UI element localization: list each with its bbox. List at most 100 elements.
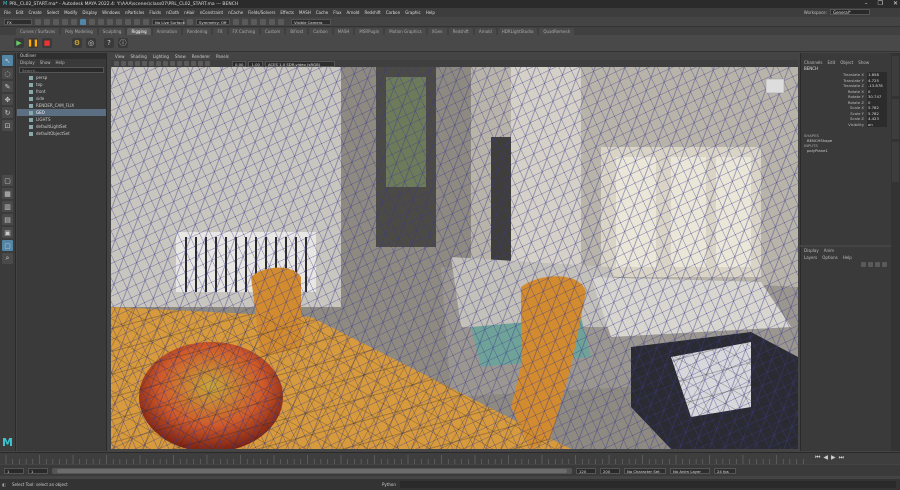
channel-box-tab[interactable] xyxy=(892,99,899,139)
bookmark-icon[interactable] xyxy=(121,61,126,66)
shelf-tab-hdrlightstudio[interactable]: HDRLightStudio xyxy=(497,28,538,35)
stop-icon[interactable]: ■ xyxy=(42,38,52,48)
move-tool-icon[interactable]: ✥ xyxy=(2,94,13,105)
shelf-tab-curves-surfaces[interactable]: Curves / Surfaces xyxy=(16,28,60,35)
outliner-menu-show[interactable]: Show xyxy=(40,60,51,65)
exposure-field[interactable]: 0.00 xyxy=(232,60,247,67)
layer-down-icon[interactable] xyxy=(868,262,873,267)
gamma-field[interactable]: 1.00 xyxy=(248,60,263,67)
snap-surface-icon[interactable] xyxy=(143,18,149,25)
outliner-item[interactable]: defaultObjectSet xyxy=(17,130,106,137)
xray-icon[interactable] xyxy=(198,61,203,66)
script-language-label[interactable]: Python xyxy=(382,482,400,487)
snap-curve-icon[interactable] xyxy=(116,18,122,25)
view-cube-icon[interactable] xyxy=(765,78,785,94)
outliner-menu-help[interactable]: Help xyxy=(56,60,65,65)
shelf-tab-rendering[interactable]: Rendering xyxy=(183,28,212,35)
rotate-tool-icon[interactable]: ↻ xyxy=(2,107,13,118)
new-layer-icon[interactable] xyxy=(875,262,880,267)
anim-layer-dropdown[interactable]: No Anim Layer xyxy=(670,467,710,474)
viewport-menu-show[interactable]: Show xyxy=(175,54,186,59)
layer-tab-display[interactable]: Display xyxy=(804,248,819,253)
layout-two-icon[interactable]: ▥ xyxy=(2,201,13,212)
hypershade-icon[interactable] xyxy=(260,18,266,25)
new-layer-selected-icon[interactable] xyxy=(882,262,887,267)
render-settings-icon[interactable] xyxy=(251,18,257,25)
shelf-tab-motion-graphics[interactable]: Motion Graphics xyxy=(385,28,426,35)
live-surface-dropdown[interactable]: No Live Surface xyxy=(152,18,185,25)
layout-single-icon[interactable]: ▢ xyxy=(2,175,13,186)
channel-menu-object[interactable]: Object xyxy=(840,60,853,65)
shelf-help-icon[interactable]: ? xyxy=(104,38,114,48)
menu-effects[interactable]: Effects xyxy=(280,10,294,15)
layer-up-icon[interactable] xyxy=(861,262,866,267)
shelf-tab-rigging[interactable]: Rigging xyxy=(127,28,151,35)
go-start-icon[interactable]: ⏮ xyxy=(815,454,820,462)
shelf-tab-redshift[interactable]: Redshift xyxy=(448,28,473,35)
shelf-tab-xgen[interactable]: XGen xyxy=(427,28,447,35)
ipr-render-icon[interactable] xyxy=(242,18,248,25)
menu-display[interactable]: Display xyxy=(82,10,97,15)
shelf-tab-carbon[interactable]: Carbon xyxy=(309,28,332,35)
viewport-menu-lighting[interactable]: Lighting xyxy=(153,54,169,59)
shadows-icon[interactable] xyxy=(191,61,196,66)
range-end-field[interactable]: 120 xyxy=(576,467,596,474)
channel-menu-channels[interactable]: Channels xyxy=(804,60,823,65)
paint-select-icon[interactable]: ✎ xyxy=(2,81,13,92)
menu-carbon[interactable]: Carbon xyxy=(386,10,400,15)
layer-menu-layers[interactable]: Layers xyxy=(804,255,817,260)
layer-menu-options[interactable]: Options xyxy=(822,255,837,260)
shelf-tab-arnold[interactable]: Arnold xyxy=(474,28,496,35)
menu-nparticles[interactable]: nParticles xyxy=(125,10,144,15)
wireframe-icon[interactable] xyxy=(156,61,161,66)
outliner-item[interactable]: front xyxy=(17,88,106,95)
scale-tool-icon[interactable]: ⊡ xyxy=(2,120,13,131)
redo-icon[interactable] xyxy=(71,18,77,25)
snap-view-icon[interactable] xyxy=(134,18,140,25)
outliner-menu-display[interactable]: Display xyxy=(20,60,35,65)
shelf-tab-fx-caching[interactable]: FX Caching xyxy=(228,28,259,35)
select-tool-icon[interactable]: ↖ xyxy=(2,55,13,66)
shelf-tab-msrpugin[interactable]: MSRPugin xyxy=(355,28,384,35)
shelf-tool-2-icon[interactable]: ◎ xyxy=(86,38,96,48)
open-scene-icon[interactable] xyxy=(44,18,50,25)
new-scene-icon[interactable] xyxy=(35,18,41,25)
input-node[interactable]: polyPlane1 xyxy=(801,148,891,153)
step-back-icon[interactable]: ◀ xyxy=(823,454,828,462)
wireframe-on-shaded-icon[interactable] xyxy=(170,61,175,66)
select-object-icon[interactable] xyxy=(89,18,95,25)
viewport-menu-renderer[interactable]: Renderer xyxy=(192,54,210,59)
resolution-gate-icon[interactable] xyxy=(149,61,154,66)
shelf-tab-quadremesh[interactable]: QuadRemesh xyxy=(539,28,575,35)
image-plane-icon[interactable] xyxy=(128,61,133,66)
play-forward-icon[interactable]: ▶ xyxy=(831,454,836,462)
channel-value[interactable]: on xyxy=(867,121,887,127)
menu-edit[interactable]: Edit xyxy=(16,10,24,15)
end-time-field[interactable]: 200 xyxy=(600,467,620,474)
menu-modify[interactable]: Modify xyxy=(64,10,77,15)
menu-flux[interactable]: Flux xyxy=(333,10,341,15)
command-input[interactable] xyxy=(400,481,896,488)
menu-cache[interactable]: Cache xyxy=(316,10,328,15)
workspace-dropdown[interactable]: General* xyxy=(830,9,870,15)
minimize-button[interactable]: – xyxy=(865,0,868,8)
outliner-search-input[interactable]: Search... xyxy=(19,67,104,73)
symmetry-icon[interactable] xyxy=(187,18,193,25)
outliner-item[interactable]: RENDER_CAM_FLIX xyxy=(17,102,106,109)
search-icon[interactable]: ⌕ xyxy=(2,253,13,264)
fps-dropdown[interactable]: 24 fps xyxy=(714,467,736,474)
smooth-shade-icon[interactable] xyxy=(163,61,168,66)
attribute-editor-tab[interactable] xyxy=(892,56,899,96)
isolate-icon[interactable] xyxy=(205,61,210,66)
menu-nconstraint[interactable]: nConstraint xyxy=(200,10,223,15)
outliner-item[interactable]: defaultLightSet xyxy=(17,123,106,130)
colorspace-dropdown[interactable]: ACES 1.0 SDR-video (sRGB) xyxy=(264,60,335,67)
outliner-item[interactable]: top xyxy=(17,81,106,88)
textured-icon[interactable] xyxy=(177,61,182,66)
layout-outliner-icon[interactable]: ▤ xyxy=(2,214,13,225)
close-button[interactable]: ✕ xyxy=(893,0,898,8)
maximize-button[interactable]: ❐ xyxy=(878,0,883,8)
shelf-tab-fx[interactable]: FX xyxy=(213,28,227,35)
outliner-item[interactable]: GEO xyxy=(17,109,106,116)
menu-mash[interactable]: MASH xyxy=(299,10,311,15)
